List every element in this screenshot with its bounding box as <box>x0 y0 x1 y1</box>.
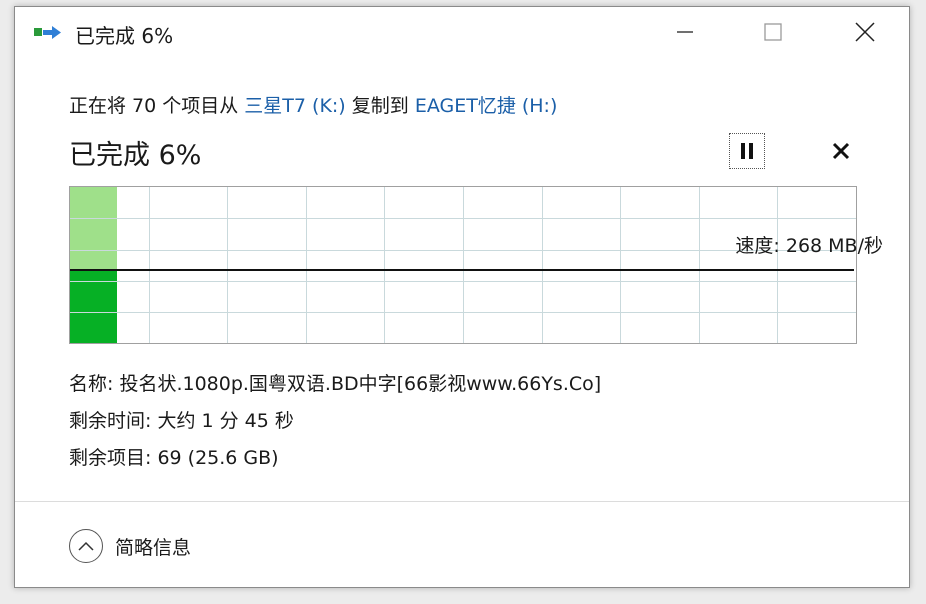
speed-graph-canvas <box>70 187 856 343</box>
time-remaining-label: 剩余时间: 大约 1 分 45 秒 <box>69 410 294 432</box>
copy-description: 正在将 70 个项目从 三星T7 (K:) 复制到 EAGET忆捷 (H:) <box>69 91 557 118</box>
fewer-details-toggle[interactable]: 简略信息 <box>69 527 191 565</box>
title-bar: 已完成 6% <box>15 7 909 57</box>
fewer-details-label: 简略信息 <box>115 536 192 559</box>
chevron-up-icon <box>69 529 103 563</box>
minimize-button[interactable] <box>655 7 715 57</box>
source-drive-link[interactable]: 三星T7 (K:) <box>244 95 345 117</box>
pause-button[interactable] <box>729 133 765 169</box>
destination-drive-link[interactable]: EAGET忆捷 (H:) <box>415 95 558 117</box>
window-title: 已完成 6% <box>75 24 174 48</box>
progress-fill-lower <box>70 269 117 343</box>
footer-divider <box>15 501 909 502</box>
copy-desc-prefix: 正在将 70 个项目从 <box>69 95 245 117</box>
speed-graph <box>69 186 857 344</box>
pause-icon <box>741 143 753 159</box>
speed-label: 速度: 268 MB/秒 <box>735 235 883 257</box>
cancel-copy-button[interactable] <box>825 135 857 167</box>
maximize-button[interactable] <box>743 7 803 57</box>
percent-complete-heading: 已完成 6% <box>69 140 202 171</box>
cancel-icon <box>832 142 850 160</box>
items-remaining-label: 剩余项目: 69 (25.6 GB) <box>69 447 279 469</box>
copy-desc-middle: 复制到 <box>345 95 415 117</box>
copy-progress-dialog: 已完成 6% 正在将 70 个项目从 三星T7 (K:) 复制到 EAGET忆捷… <box>14 6 910 588</box>
close-window-button[interactable] <box>835 7 895 57</box>
file-copy-icon <box>33 22 63 44</box>
file-name-label: 名称: 投名状.1080p.国粤双语.BD中字[66影视www.66Ys.Co] <box>69 373 602 395</box>
